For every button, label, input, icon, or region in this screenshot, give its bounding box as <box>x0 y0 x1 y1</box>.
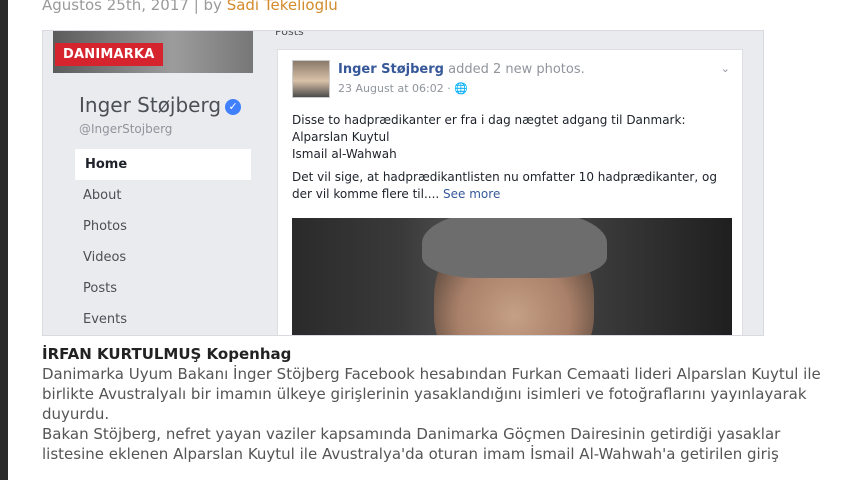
article-date: Ağustos 25th, 2017 | by <box>42 0 227 14</box>
article-paragraph-1: Danimarka Uyum Bakanı İnger Stöjberg Fac… <box>42 365 821 423</box>
post-line-1: Disse to hadprædikanter er fra i dag næg… <box>292 113 686 127</box>
globe-icon: 🌐 <box>454 82 468 95</box>
post-line-2: Alparslan Kuytul <box>292 130 390 144</box>
author-link[interactable]: Sadi Tekelioğlu <box>227 0 338 14</box>
author-avatar[interactable] <box>292 60 330 98</box>
facebook-post: Inger Støjberg added 2 new photos. 23 Au… <box>277 49 743 335</box>
nav-item-videos[interactable]: Videos <box>73 242 251 273</box>
post-author-line: Inger Støjberg added 2 new photos. <box>338 62 585 77</box>
article-paragraph-2: Bakan Stöjberg, nefret yayan vaziler kap… <box>42 425 781 463</box>
nav-item-posts[interactable]: Posts <box>73 273 251 304</box>
nav-item-about[interactable]: About <box>73 180 251 211</box>
post-author-name[interactable]: Inger Støjberg <box>338 62 444 77</box>
profile-name-text: Inger Støjberg <box>79 93 222 117</box>
post-continued-text: Det vil sige, at hadprædikantlisten nu o… <box>292 170 717 201</box>
verified-icon: ✓ <box>225 98 242 115</box>
see-more-link[interactable]: See more <box>443 187 500 201</box>
chevron-down-icon[interactable]: ⌄ <box>721 62 730 75</box>
article-headline: İRFAN KURTULMUŞ Kopenhag <box>42 345 292 363</box>
posts-section-label: Posts <box>275 30 304 38</box>
nav-item-home[interactable]: Home <box>73 149 251 180</box>
profile-nav: Home About Photos Videos Posts Events <box>73 149 251 335</box>
article-meta: Ağustos 25th, 2017 | by Sadi Tekelioğlu <box>42 0 338 14</box>
nav-item-photos[interactable]: Photos <box>73 211 251 242</box>
article-body: İRFAN KURTULMUŞ Kopenhag Danimarka Uyum … <box>42 344 832 464</box>
profile-handle: @IngerStojberg <box>79 122 173 136</box>
post-photo[interactable] <box>292 218 732 335</box>
post-continued: Det vil sige, at hadprædikantlisten nu o… <box>292 169 732 203</box>
post-date-line: 23 August at 06:02 · 🌐 <box>338 82 468 95</box>
person-hair <box>422 218 607 278</box>
profile-name: Inger Støjberg ✓ <box>79 93 242 117</box>
page-edge-bar <box>0 0 8 480</box>
post-date[interactable]: 23 August at 06:02 · <box>338 82 454 95</box>
country-badge: DANIMARKA <box>55 43 163 66</box>
facebook-screenshot: DANIMARKA Inger Støjberg ✓ @IngerStojberg… <box>42 30 764 336</box>
post-text: Disse to hadprædikanter er fra i dag næg… <box>292 112 732 203</box>
post-action: added 2 new photos. <box>448 62 585 77</box>
post-line-3: Ismail al-Wahwah <box>292 147 397 161</box>
nav-item-events[interactable]: Events <box>73 304 251 335</box>
